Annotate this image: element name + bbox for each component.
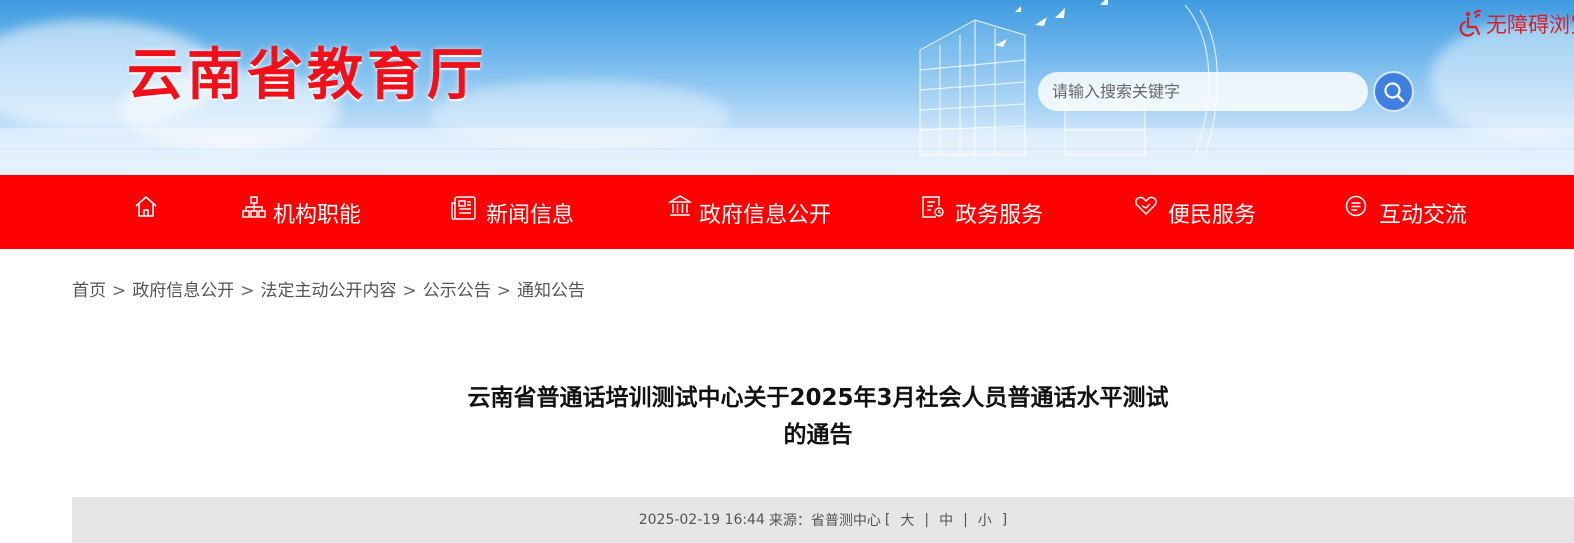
org-chart-icon [242,196,266,218]
article-title-line: 云南省普通话培训测试中心关于2025年3月社会人员普通话水平测试 [467,385,1169,411]
article-meta-bar: 2025-02-19 16:44 来源： 省普测中心 [ 大 | 中 | 小 ] [72,497,1574,543]
service-document-icon [922,196,944,218]
nav-label: 机构职能 [273,203,362,228]
font-size-bracket-open: [ [884,512,891,528]
site-title[interactable]: 云南省教育厅 [127,30,487,111]
heart-hand-icon [1135,196,1157,215]
wheelchair-icon [1459,9,1482,37]
nav-label: 新闻信息 [486,203,575,228]
government-building-icon [668,195,692,216]
search-input[interactable] [1038,72,1368,111]
main-nav: 机构职能 新闻信息 政府信息公开 政务服务 便民服务 互动交流 [0,175,1574,249]
font-size-small-button[interactable]: 小 [978,510,992,530]
breadcrumb-separator: > [112,281,127,301]
breadcrumb-home[interactable]: 首页 [72,281,106,301]
font-size-divider: | [963,512,968,528]
breadcrumb-separator: > [402,281,417,301]
breadcrumb-statutory-content[interactable]: 法定主动公开内容 [261,281,397,301]
article-title-line: 的通告 [783,422,853,448]
header-banner: 云南省教育厅 无障碍浏览 [0,0,1574,175]
font-size-bracket-close: ] [1001,512,1008,528]
font-size-large-button[interactable]: 大 [900,510,914,530]
nav-label: 政府信息公开 [699,203,832,228]
home-icon [135,196,157,217]
font-size-medium-button[interactable]: 中 [939,510,953,530]
breadcrumb-notices[interactable]: 通知公告 [517,281,585,301]
source-label: 来源： [768,513,811,529]
breadcrumb: 首页 > 政府信息公开 > 法定主动公开内容 > 公示公告 > 通知公告 [72,276,585,301]
breadcrumb-separator: > [496,281,511,301]
source-value: 省普测中心 [810,513,881,529]
nav-label: 便民服务 [1168,203,1257,228]
newspaper-icon [451,196,476,221]
breadcrumb-separator: > [240,281,255,301]
font-size-divider: | [924,512,930,528]
accessibility-link[interactable]: 无障碍浏览 [1456,8,1574,40]
breadcrumb-gov-info[interactable]: 政府信息公开 [132,281,234,301]
banner-band [0,150,1574,175]
breadcrumb-announcements[interactable]: 公示公告 [423,281,491,301]
search-button[interactable] [1373,71,1414,112]
publish-date: 2025-02-19 16:44 [638,512,765,528]
nav-label: 政务服务 [955,203,1044,228]
chat-bubble-icon [1345,195,1367,217]
accessibility-label: 无障碍浏览 [1486,13,1574,37]
search-icon [1383,81,1404,102]
article-title: 云南省普通话培训测试中心关于2025年3月社会人员普通话水平测试 的通告 [440,380,1196,454]
banner-band [0,128,1574,148]
nav-label: 互动交流 [1379,203,1468,228]
